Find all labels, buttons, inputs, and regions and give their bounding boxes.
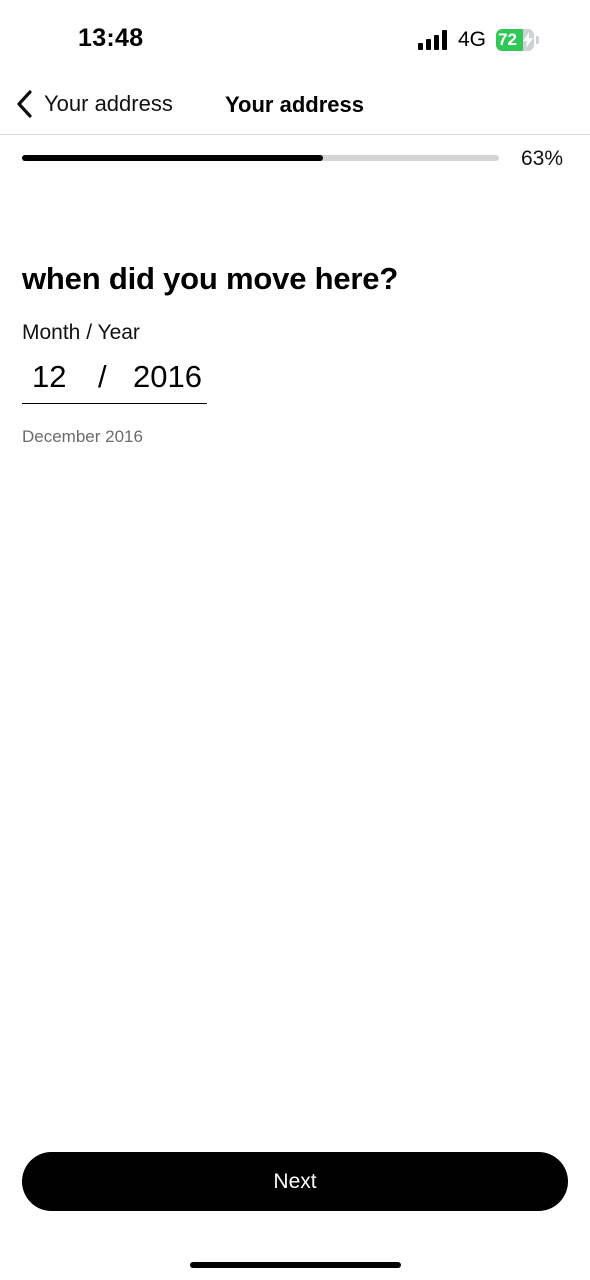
screen: 13:48 4G 72 Your address Your address 63… [0,0,590,1280]
status-time: 13:48 [78,24,144,52]
battery-level-text: 72 [498,30,517,49]
date-helper-text: December 2016 [22,427,143,446]
next-button[interactable]: Next [22,1152,568,1211]
network-type: 4G [458,28,487,51]
back-button-label: Your address [44,91,173,116]
question-heading: when did you move here? [22,261,399,296]
date-field-label: Month / Year [22,321,140,344]
charging-bolt-icon [523,32,533,48]
month-input[interactable]: 12 [32,359,66,395]
navigation-bar: Your address Your address [0,80,590,135]
status-bar: 13:48 4G 72 [0,0,590,80]
back-button[interactable]: Your address [14,86,173,122]
year-input[interactable]: 2016 [133,359,202,395]
signal-bars-icon [418,30,447,50]
month-year-input[interactable]: 12 / 2016 [22,356,207,404]
battery-charging-icon: 72 [496,29,540,51]
date-separator: / [98,359,107,394]
page-title: Your address [225,92,364,117]
chevron-left-icon [17,90,32,118]
progress-percent: 63% [521,147,564,170]
progress-bar [22,155,499,161]
home-indicator [190,1262,401,1268]
progress-bar-fill [22,155,323,161]
battery-tip [536,36,539,44]
